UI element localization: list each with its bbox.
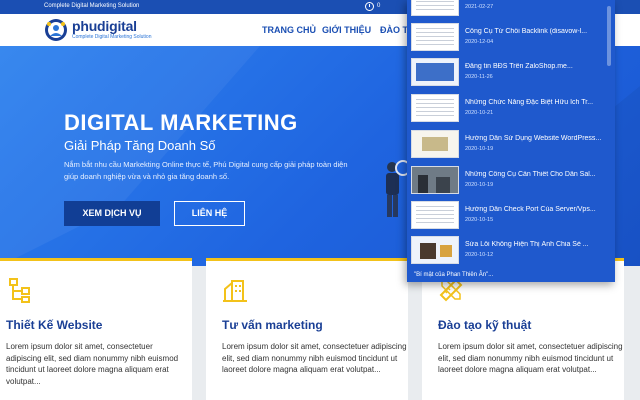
post-date: 2021-02-27 xyxy=(465,4,494,10)
hero-title: DIGITAL MARKETING xyxy=(64,110,298,135)
logo-subtitle: Complete Digital Marketing Solution xyxy=(72,34,152,40)
post-date: 2020-12-04 xyxy=(465,39,494,45)
post-title[interactable]: Sửa Lỗi Không Hiện Thị Ảnh Chia Sẻ ... xyxy=(465,241,611,248)
post-thumbnail xyxy=(411,23,459,51)
post-thumbnail xyxy=(411,236,459,264)
post-title[interactable]: Công Cụ Từ Chối Backlink (disavow-l... xyxy=(465,28,611,35)
feature-text-website: Lorem ipsum dolor sit amet, consectetuer… xyxy=(6,342,179,386)
top-info: 0 xyxy=(377,3,381,9)
post-thumbnail xyxy=(411,201,459,229)
contact-button[interactable]: LIÊN HỆ xyxy=(174,201,245,226)
feature-text-marketing: Lorem ipsum dolor sit amet, consectetuer… xyxy=(222,342,407,374)
top-tagline: Complete Digital Marketing Solution xyxy=(44,3,140,9)
post-thumbnail xyxy=(411,166,459,194)
post-title[interactable]: Những Công Cụ Cần Thiết Cho Dân Sal... xyxy=(465,171,611,178)
post-date: 2020-10-21 xyxy=(465,110,494,116)
feature-text-training: Lorem ipsum dolor sit amet, consectetuer… xyxy=(438,342,623,374)
nav-item-training[interactable]: ĐÀO T xyxy=(380,25,408,35)
popup-footer-text[interactable]: "Bí mật của Phan Thiên Ân"... xyxy=(414,272,493,278)
post-date: 2020-10-15 xyxy=(465,217,494,223)
post-title[interactable]: Đăng tin BĐS Trên ZaloShop.me... xyxy=(465,63,611,70)
post-thumbnail xyxy=(411,58,459,86)
nav-item-about[interactable]: GIỚI THIỆU xyxy=(322,25,371,35)
logo-name[interactable]: phudigital xyxy=(72,18,137,34)
buildings-icon xyxy=(223,280,247,302)
list-item[interactable]: Những Chức Năng Đặc Biệt Hữu Ích Tr... 2… xyxy=(407,90,615,126)
list-item[interactable]: Hướng Dẫn Sử Dụng Website WordPress... 2… xyxy=(407,126,615,162)
feature-title-website[interactable]: Thiết Kế Website xyxy=(6,318,102,332)
clock-icon xyxy=(365,2,374,11)
hero-subtitle: Giải Pháp Tăng Doanh Số xyxy=(64,138,216,153)
feature-title-training[interactable]: Đào tạo kỹ thuật xyxy=(438,318,531,332)
list-item[interactable]: Hướng Dẫn Check Port Của Server/Vps... 2… xyxy=(407,197,615,233)
list-item[interactable]: Những Công Cụ Cần Thiết Cho Dân Sal... 2… xyxy=(407,162,615,198)
view-services-button[interactable]: XEM DỊCH VỤ xyxy=(64,201,160,226)
post-title[interactable]: Hướng Dẫn Check Port Của Server/Vps... xyxy=(465,206,611,213)
nav-item-home[interactable]: TRANG CHỦ xyxy=(262,25,316,35)
list-item[interactable]: Sửa Lỗi Không Hiện Thị Ảnh Chia Sẻ ... 2… xyxy=(407,232,615,268)
post-thumbnail xyxy=(411,94,459,122)
post-thumbnail xyxy=(411,130,459,158)
post-title[interactable]: Những Chức Năng Đặc Biệt Hữu Ích Tr... xyxy=(465,99,611,106)
sitemap-icon xyxy=(9,278,30,303)
post-date: 2020-10-19 xyxy=(465,146,494,152)
post-date: 2020-10-12 xyxy=(465,252,494,258)
post-thumbnail xyxy=(411,0,459,16)
list-item[interactable]: Công Cụ Từ Chối Backlink (disavow-l... 2… xyxy=(407,19,615,55)
hero-description: Nắm bắt nhu cầu Markekting Online thực t… xyxy=(64,160,348,181)
feature-title-marketing[interactable]: Tư vấn marketing xyxy=(222,318,323,332)
logo-icon[interactable] xyxy=(44,18,68,42)
post-title[interactable]: Hướng Dẫn Sử Dụng Website WordPress... xyxy=(465,135,611,142)
post-date: 2020-10-19 xyxy=(465,182,494,188)
post-date: 2020-11-26 xyxy=(465,74,493,80)
list-item[interactable]: Đăng tin BĐS Trên ZaloShop.me... 2020-11… xyxy=(407,54,615,90)
list-item[interactable]: 2021-02-27 xyxy=(407,0,615,20)
